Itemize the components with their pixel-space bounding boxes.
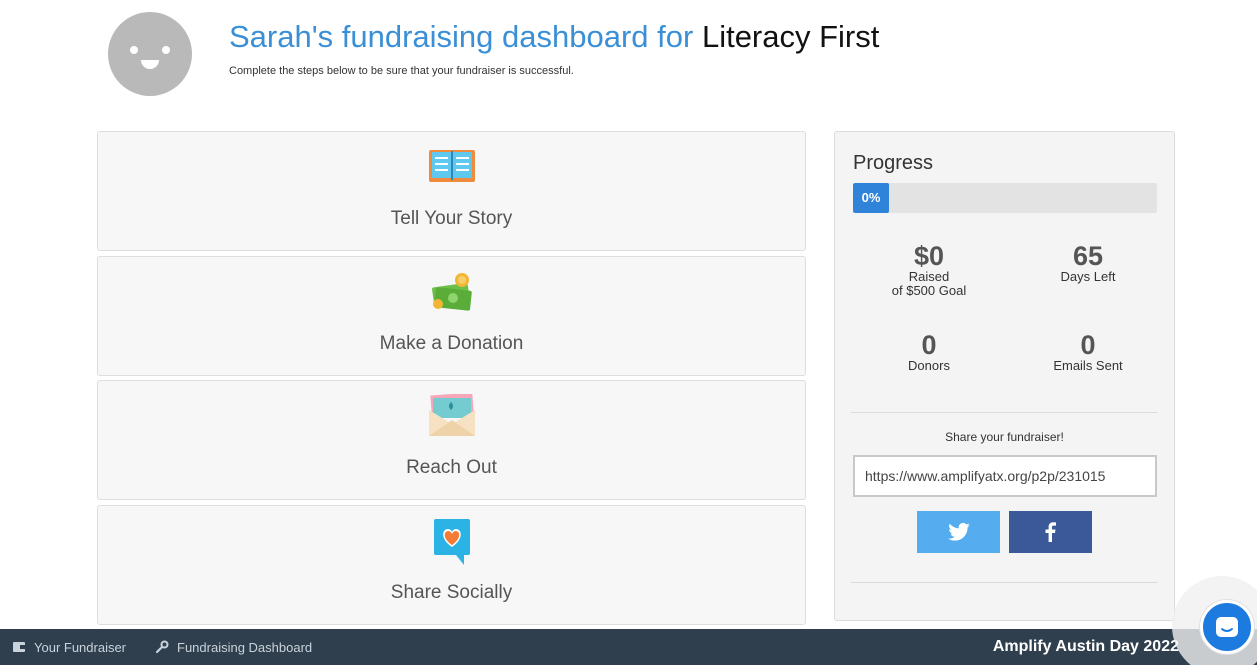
stat-goal-caption: of $500 Goal bbox=[891, 283, 967, 298]
avatar bbox=[108, 12, 192, 96]
twitter-icon bbox=[947, 523, 970, 541]
wallet-icon bbox=[13, 642, 25, 652]
envelope-icon bbox=[428, 394, 475, 436]
heart-speech-bubble-icon bbox=[433, 519, 470, 565]
facebook-share-button[interactable] bbox=[1009, 511, 1092, 553]
step-card-share-socially[interactable]: Share Socially bbox=[97, 505, 806, 625]
stat-donors: 0 Donors bbox=[859, 331, 999, 373]
divider bbox=[851, 412, 1158, 413]
step-label: Share Socially bbox=[390, 582, 513, 603]
fundraising-dashboard-label: Fundraising Dashboard bbox=[177, 639, 313, 655]
open-book-icon bbox=[428, 150, 475, 182]
stat-days-value: 65 bbox=[1072, 241, 1104, 271]
progress-bar-fill: 0% bbox=[853, 183, 889, 213]
divider bbox=[851, 582, 1158, 583]
your-fundraiser-label: Your Fundraiser bbox=[34, 639, 127, 655]
fundraising-dashboard-link[interactable]: Fundraising Dashboard bbox=[155, 629, 312, 665]
share-label: Share your fundraiser! bbox=[945, 430, 1064, 444]
chat-launcher-button[interactable] bbox=[1200, 600, 1254, 654]
stat-raised-caption: Raised bbox=[908, 269, 950, 284]
step-label: Make a Donation bbox=[379, 333, 524, 354]
stat-donors-value: 0 bbox=[921, 330, 937, 360]
stat-emails-value: 0 bbox=[1080, 330, 1096, 360]
page-title-prefix: Sarah's fundraising dashboard for bbox=[229, 19, 694, 54]
step-card-reach-out[interactable]: Reach Out bbox=[97, 380, 806, 500]
progress-panel: Progress 0% $0 Raised of $500 Goal 65 Da… bbox=[834, 131, 1175, 621]
page-subtitle: Complete the steps below to be sure that… bbox=[229, 65, 574, 77]
twitter-share-button[interactable] bbox=[917, 511, 1000, 553]
avatar-eye-left bbox=[130, 46, 138, 54]
facebook-icon bbox=[1045, 522, 1056, 542]
step-card-make-a-donation[interactable]: Make a Donation bbox=[97, 256, 806, 376]
stat-donors-caption: Donors bbox=[908, 358, 950, 373]
money-icon bbox=[431, 273, 472, 311]
page-title-org: Literacy First bbox=[701, 19, 880, 54]
event-name: Amplify Austin Day 2022 bbox=[992, 638, 1179, 655]
stat-emails-sent: 0 Emails Sent bbox=[1018, 331, 1158, 373]
chat-icon bbox=[1216, 617, 1238, 637]
stat-emails-caption: Emails Sent bbox=[1053, 358, 1123, 373]
avatar-eye-right bbox=[162, 46, 170, 54]
share-url-input[interactable] bbox=[853, 455, 1157, 497]
step-label: Reach Out bbox=[406, 457, 497, 478]
stat-raised: $0 Raised of $500 Goal bbox=[859, 242, 999, 298]
stat-days-caption: Days Left bbox=[1060, 269, 1116, 284]
avatar-mouth bbox=[141, 60, 159, 69]
progress-title: Progress bbox=[853, 152, 934, 174]
page-title: Sarah's fundraising dashboard for Litera… bbox=[229, 18, 879, 56]
progress-bar: 0% bbox=[853, 183, 1157, 213]
step-label: Tell Your Story bbox=[390, 208, 513, 229]
stat-days-left: 65 Days Left bbox=[1018, 242, 1158, 284]
wrench-icon bbox=[155, 640, 169, 654]
step-card-tell-your-story[interactable]: Tell Your Story bbox=[97, 131, 806, 251]
bottom-admin-bar: Your Fundraiser Fundraising Dashboard Am… bbox=[0, 629, 1257, 665]
your-fundraiser-link[interactable]: Your Fundraiser bbox=[12, 629, 126, 665]
stat-raised-value: $0 bbox=[913, 241, 945, 271]
